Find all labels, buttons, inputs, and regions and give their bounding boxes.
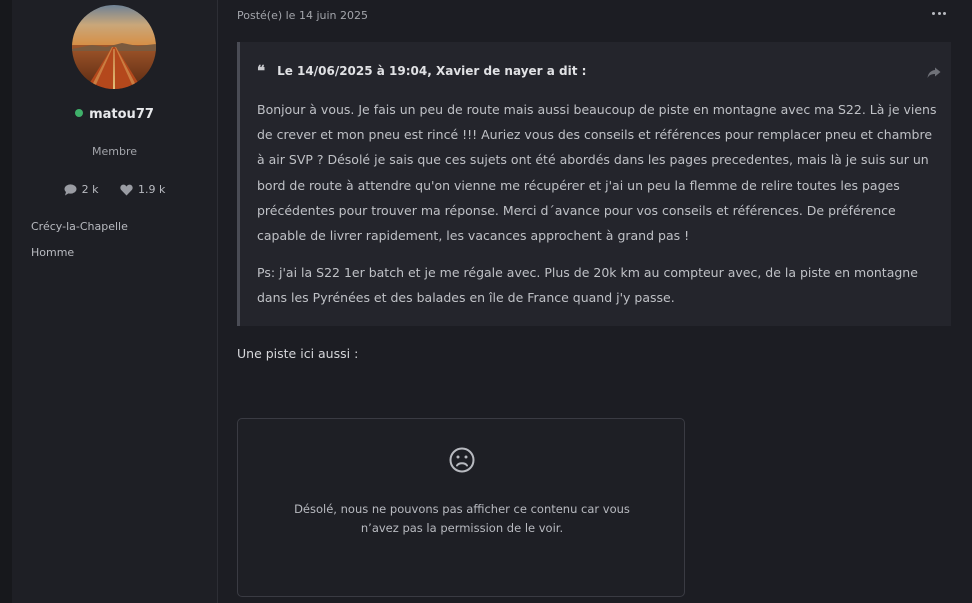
heart-icon — [120, 184, 133, 195]
username-row: matou77 — [12, 107, 217, 122]
comment-bubble-icon — [64, 183, 77, 195]
author-stats: 2 k 1.9 k — [12, 183, 217, 199]
quote-paragraph: Bonjour à vous. Je fais un peu de route … — [257, 102, 937, 244]
likes-stat: 1.9 k — [120, 183, 165, 196]
quote-header: ❝ Le 14/06/2025 à 19:04, Xavier de nayer… — [257, 62, 587, 80]
reply-text: Une piste ici aussi : — [237, 346, 359, 361]
likes-count: 1.9 k — [138, 183, 166, 196]
post-date[interactable]: Posté(e) le 14 juin 2025 — [237, 9, 368, 22]
author-location: Crécy-la-Chapelle — [31, 220, 128, 233]
quote-body: Bonjour à vous. Je fais un peu de route … — [257, 97, 937, 323]
sad-face-icon — [449, 447, 475, 473]
comments-count: 2 k — [81, 183, 99, 196]
avatar[interactable] — [72, 5, 156, 89]
left-gutter — [0, 0, 12, 603]
permission-message: Désolé, nous ne pouvons pas afficher ce … — [294, 502, 630, 535]
username[interactable]: matou77 — [89, 107, 154, 122]
author-gender: Homme — [31, 246, 75, 259]
quote-mark-icon: ❝ — [257, 62, 266, 80]
road-avatar-image — [72, 5, 156, 89]
forum-post-page: matou77 Membre 2 k 1.9 k Crécy-la-Chapel… — [0, 0, 972, 603]
post-content: Posté(e) le 14 juin 2025 ❝ Le 14/06/2025… — [218, 0, 972, 603]
quote-citation: Le 14/06/2025 à 19:04, Xavier de nayer a… — [277, 64, 587, 78]
quote-paragraph: Ps: j'ai la S22 1er batch et je me régal… — [257, 265, 918, 306]
share-arrow-icon[interactable] — [927, 64, 941, 83]
more-options-icon[interactable] — [932, 7, 946, 19]
comments-stat: 2 k — [64, 183, 99, 196]
member-role: Membre — [91, 145, 137, 158]
online-status-icon — [75, 109, 84, 117]
author-panel: matou77 Membre 2 k 1.9 k Crécy-la-Chapel… — [12, 0, 218, 603]
quote-block: ❝ Le 14/06/2025 à 19:04, Xavier de nayer… — [237, 42, 951, 326]
restricted-embed: Désolé, nous ne pouvons pas afficher ce … — [237, 418, 685, 597]
